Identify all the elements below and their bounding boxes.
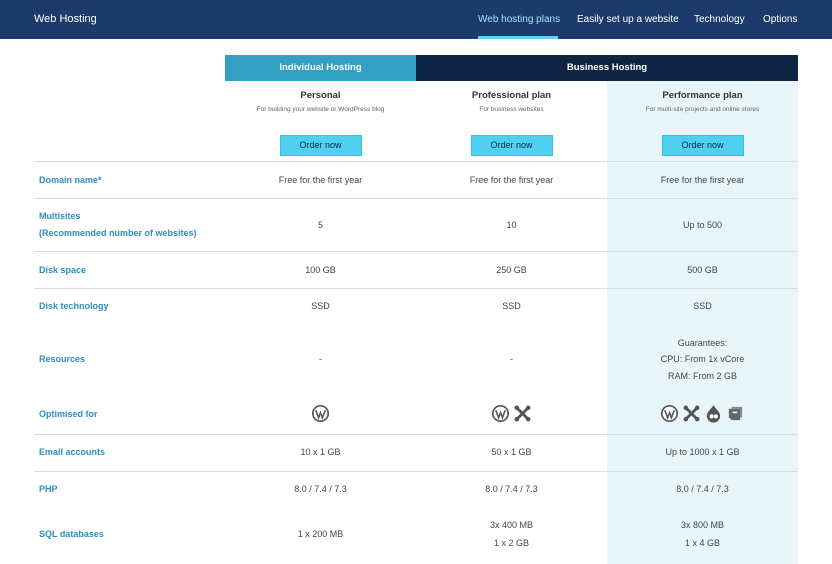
row-divider [34, 161, 798, 162]
drupal-icon [706, 404, 721, 423]
row-label-disk-space: Disk space [39, 265, 87, 275]
cell-multisites-performance: Up to 500 [682, 220, 723, 230]
group-header-business: Business Hosting [416, 55, 798, 81]
cell-resources-performance-cpu: CPU: From 1x vCore [660, 354, 745, 364]
active-tab-indicator [478, 36, 558, 39]
row-divider [34, 198, 798, 199]
nav-link-options[interactable]: Options [763, 14, 797, 25]
cell-optimised-professional [416, 404, 607, 423]
wordpress-icon [660, 404, 679, 423]
cell-sql-professional-line2: 1 x 2 GB [493, 538, 529, 548]
row-divider [34, 471, 798, 472]
row-divider [34, 251, 798, 252]
cell-multisites-personal: 5 [317, 220, 323, 230]
cell-domain-personal: Free for the first year [278, 175, 363, 185]
plan-name: Performance plan [662, 90, 743, 101]
row-label-resources: Resources [39, 354, 86, 364]
row-label-optimised-for: Optimised for [39, 409, 98, 419]
row-divider [34, 288, 798, 289]
prestashop-icon [728, 406, 743, 421]
cell-php-professional: 8.0 / 7.4 / 7.3 [485, 484, 538, 494]
wordpress-icon [311, 404, 330, 423]
plan-description: For multi-site projects and online store… [645, 106, 760, 113]
cell-disk-tech-performance: SSD [693, 301, 712, 311]
cell-php-performance: 8.0 / 7.4 / 7.3 [676, 484, 729, 494]
row-label-disk-technology: Disk technology [39, 301, 109, 311]
cell-optimised-performance [607, 404, 798, 423]
plan-description: For building your website or WordPress b… [256, 106, 385, 113]
nav-link-technology[interactable]: Technology [694, 14, 745, 25]
cell-disk-space-professional: 250 GB [496, 265, 527, 275]
row-label-sql-databases: SQL databases [39, 529, 104, 539]
order-now-button-professional[interactable]: Order now [470, 135, 553, 156]
nav-link-web-hosting-plans[interactable]: Web hosting plans [478, 14, 560, 25]
cell-php-personal: 8.0 / 7.4 / 7.3 [294, 484, 347, 494]
cell-disk-tech-professional: SSD [502, 301, 521, 311]
cell-sql-performance-line1: 3x 800 MB [680, 520, 725, 530]
cell-sql-professional-line1: 3x 400 MB [489, 520, 534, 530]
cell-sql-personal: 1 x 200 MB [297, 529, 344, 539]
cell-resources-performance-guarantees: Guarantees: [677, 338, 728, 348]
row-divider [34, 434, 798, 435]
order-now-button-personal[interactable]: Order now [279, 135, 362, 156]
plan-header-performance: Performance plan For multi-site projects… [607, 81, 798, 156]
cell-sql-performance-line2: 1 x 4 GB [684, 538, 720, 548]
cell-optimised-personal [225, 404, 416, 423]
plan-header-professional: Professional plan For business websites … [416, 81, 607, 156]
cell-email-personal: 10 x 1 GB [300, 447, 341, 457]
nav-link-easily-set-up[interactable]: Easily set up a website [577, 14, 679, 25]
row-label-domain: Domain name* [39, 175, 102, 185]
cell-resources-personal: - [319, 354, 322, 364]
cell-domain-performance: Free for the first year [660, 175, 745, 185]
cell-resources-performance-ram: RAM: From 2 GB [667, 371, 737, 381]
brand-title[interactable]: Web Hosting [34, 13, 97, 25]
cell-disk-space-personal: 100 GB [305, 265, 336, 275]
top-nav: Web Hosting Web hosting plans Easily set… [0, 0, 832, 39]
wordpress-icon [491, 404, 510, 423]
row-label-multisites: Multisites [39, 211, 81, 221]
row-label-php: PHP [39, 484, 58, 494]
plan-header-personal: Personal For building your website or Wo… [225, 81, 416, 156]
plan-name: Personal [300, 90, 341, 101]
row-label-multisites-sub: (Recommended number of websites) [39, 228, 197, 238]
cell-resources-professional: - [510, 354, 513, 364]
joomla-icon [683, 405, 700, 422]
row-label-email-accounts: Email accounts [39, 447, 106, 457]
cell-multisites-professional: 10 [506, 220, 517, 230]
plan-description: For business websites [479, 106, 544, 113]
joomla-icon [514, 405, 531, 422]
cell-email-performance: Up to 1000 x 1 GB [665, 447, 740, 457]
cell-disk-tech-personal: SSD [311, 301, 330, 311]
cell-email-professional: 50 x 1 GB [491, 447, 532, 457]
plan-name: Professional plan [471, 90, 552, 101]
cell-domain-professional: Free for the first year [469, 175, 554, 185]
cell-disk-space-performance: 500 GB [687, 265, 718, 275]
order-now-button-performance[interactable]: Order now [661, 135, 744, 156]
group-header-individual: Individual Hosting [225, 55, 416, 81]
